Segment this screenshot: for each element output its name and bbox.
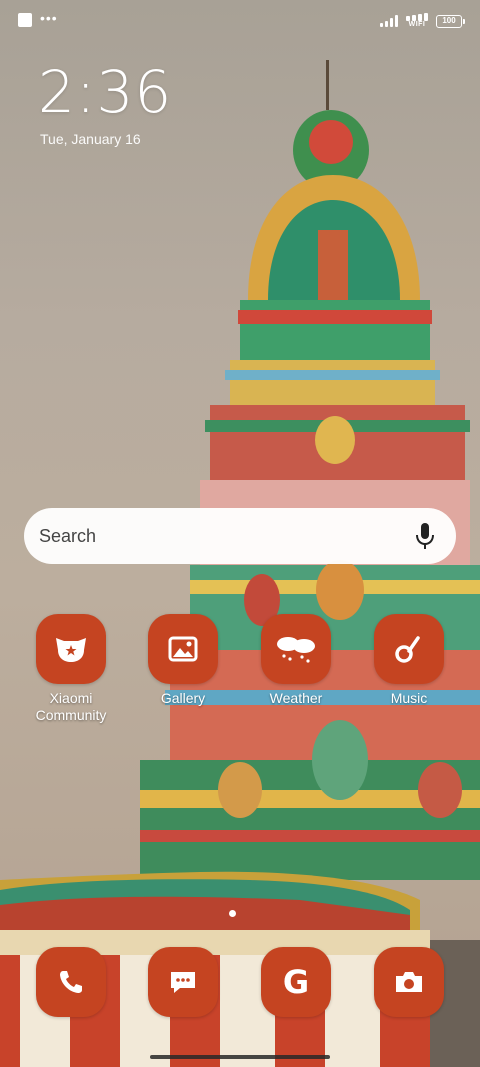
app-weather[interactable]: Weather	[241, 614, 351, 707]
app-gallery[interactable]: Gallery	[128, 614, 238, 707]
clock-date[interactable]: Tue, January 16	[40, 131, 141, 147]
app-label: Gallery	[160, 690, 206, 706]
phone-icon[interactable]	[36, 947, 106, 1017]
google-glyph: G	[282, 963, 310, 1001]
xiaomi-community-icon[interactable]	[36, 614, 106, 684]
camera-icon[interactable]	[374, 947, 444, 1017]
app-music[interactable]: Music	[354, 614, 464, 707]
wifi-label: WIFI	[408, 21, 426, 28]
gallery-icon[interactable]	[148, 614, 218, 684]
app-label: Music	[390, 690, 428, 706]
dock-google[interactable]: G	[241, 947, 351, 1017]
more-notifications-icon: •••	[40, 10, 58, 26]
music-icon[interactable]	[374, 614, 444, 684]
home-indicator[interactable]	[150, 1055, 330, 1059]
google-icon[interactable]: G	[261, 947, 331, 1017]
battery-icon: 100	[436, 14, 465, 28]
page-indicator-dot	[229, 910, 236, 917]
weather-icon[interactable]	[261, 614, 331, 684]
app-label: Weather	[269, 690, 323, 706]
search-placeholder: Search	[39, 525, 97, 546]
notification-icon	[18, 13, 32, 27]
microphone-icon[interactable]	[414, 522, 436, 550]
dock-camera[interactable]	[354, 947, 464, 1017]
status-bar: ••• WIFI 100	[0, 0, 480, 40]
search-bar[interactable]: Search	[24, 508, 456, 564]
app-label: Xiaomi Community	[35, 690, 107, 723]
cellular-signal-icon	[380, 15, 398, 27]
dock-messages[interactable]	[128, 947, 238, 1017]
wifi-icon: WIFI	[406, 13, 428, 29]
app-xiaomi-community[interactable]: Xiaomi Community	[16, 614, 126, 724]
clock-time[interactable]: 2:36	[38, 58, 172, 126]
dock-phone[interactable]	[16, 947, 126, 1017]
messages-icon[interactable]	[148, 947, 218, 1017]
